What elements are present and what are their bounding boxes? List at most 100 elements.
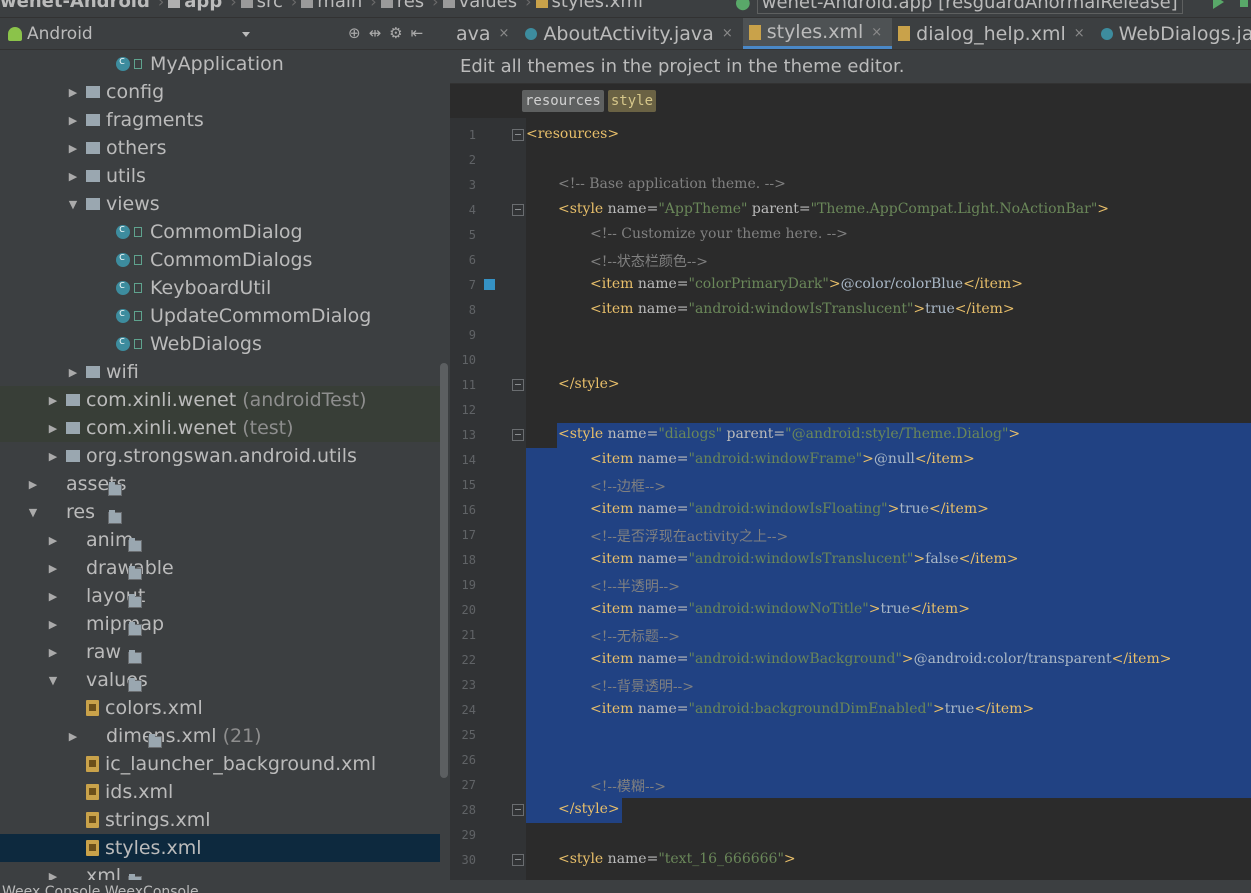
code-line[interactable]: 6 <!--状态栏颜色-->	[450, 248, 1251, 273]
tree-item[interactable]: MyApplication	[0, 50, 440, 78]
editor-tab[interactable]: dialog_help.xml ×	[892, 18, 1095, 49]
close-icon[interactable]: ×	[1074, 26, 1085, 41]
tree-item[interactable]: ▶dimens.xml(21)	[0, 722, 440, 750]
code-line[interactable]: 29	[450, 823, 1251, 848]
breadcrumb-src[interactable]: src	[240, 0, 283, 12]
chevron-right-icon[interactable]: ▶	[26, 478, 40, 491]
locate-icon[interactable]: ⊕	[348, 24, 361, 42]
breadcrumb-res[interactable]: res	[380, 0, 424, 12]
breadcrumb-module[interactable]: app	[168, 0, 222, 12]
tree-item[interactable]: WebDialogs	[0, 330, 440, 358]
chevron-right-icon[interactable]: ▶	[46, 618, 60, 631]
fold-icon[interactable]	[512, 804, 524, 816]
code-line[interactable]: 5 <!-- Customize your theme here. -->	[450, 223, 1251, 248]
tree-item[interactable]: ▼ views	[0, 190, 440, 218]
tree-item[interactable]: ▶ com.xinli.wenet (test)	[0, 414, 440, 442]
code-line[interactable]: 3 <!-- Base application theme. -->	[450, 173, 1251, 198]
code-line[interactable]: 9	[450, 323, 1251, 348]
tree-item[interactable]: ▶ org.strongswan.android.utils	[0, 442, 440, 470]
code-line[interactable]: 25	[450, 723, 1251, 748]
chevron-right-icon[interactable]: ▶	[66, 366, 80, 379]
tree-item[interactable]: ▶ config	[0, 78, 440, 106]
editor-tab[interactable]: styles.xml ×	[742, 18, 893, 49]
code-line[interactable]: 7 <item name="colorPrimaryDark">@color/co…	[450, 273, 1251, 298]
breadcrumb-file[interactable]: styles.xml	[535, 0, 643, 12]
chevron-right-icon[interactable]: ▶	[66, 730, 80, 743]
tree-item[interactable]: ▶ mipmap	[0, 610, 440, 638]
tree-item[interactable]: ▶drawable	[0, 554, 440, 582]
chevron-right-icon[interactable]: ▶	[46, 646, 60, 659]
chevron-right-icon[interactable]: ▶	[46, 534, 60, 547]
editor-tab[interactable]: AboutActivity.java ×	[519, 18, 742, 49]
code-line[interactable]: 27 <!--模糊-->	[450, 773, 1251, 798]
tree-item[interactable]: ▶ raw	[0, 638, 440, 666]
code-line[interactable]: 11 </style>	[450, 373, 1251, 398]
chevron-down-icon[interactable]: ▼	[46, 674, 60, 687]
hide-icon[interactable]: ⇤	[411, 24, 424, 42]
breadcrumb-project[interactable]: wenet-Android	[0, 0, 150, 12]
editor-tab[interactable]: WebDialogs.java×	[1095, 18, 1251, 49]
fold-icon[interactable]	[512, 129, 524, 141]
chevron-right-icon[interactable]: ▶	[46, 394, 60, 407]
close-icon[interactable]: ×	[871, 25, 882, 40]
code-line[interactable]: 10	[450, 348, 1251, 373]
tree-item[interactable]: ic_launcher_background.xml	[0, 750, 440, 778]
chevron-down-icon[interactable]: ▼	[66, 198, 80, 211]
tree-item[interactable]: ▶ anim	[0, 526, 440, 554]
xml-breadcrumb-resources[interactable]: resources	[522, 90, 604, 112]
tree-item[interactable]: CommomDialog	[0, 218, 440, 246]
code-line[interactable]: 24 <item name="android:backgroundDimEnabl…	[450, 698, 1251, 723]
tree-item[interactable]: CommomDialogs	[0, 246, 440, 274]
tree-item[interactable]: ▶ wifi	[0, 358, 440, 386]
close-icon[interactable]: ×	[499, 26, 510, 41]
code-line[interactable]: 8 <item name="android:windowIsTranslucent…	[450, 298, 1251, 323]
code-line[interactable]: 26	[450, 748, 1251, 773]
code-line[interactable]: 1 <resources>	[450, 123, 1251, 148]
tree-item[interactable]: ▶ assets	[0, 470, 440, 498]
code-line[interactable]: 18 <item name="android:windowIsTranslucen…	[450, 548, 1251, 573]
tree-item[interactable]: ▶ utils	[0, 162, 440, 190]
fold-icon[interactable]	[512, 854, 524, 866]
tree-item[interactable]: ▶ layout	[0, 582, 440, 610]
tree-item[interactable]: UpdateCommomDialog	[0, 302, 440, 330]
chevron-down-icon[interactable]: ▼	[26, 506, 40, 519]
theme-editor-banner[interactable]: Edit all themes in the project in the th…	[450, 50, 1251, 84]
fold-icon[interactable]	[512, 204, 524, 216]
debug-icon[interactable]	[1240, 0, 1248, 7]
tree-item[interactable]: ▶ fragments	[0, 106, 440, 134]
close-icon[interactable]: ×	[722, 26, 733, 41]
chevron-right-icon[interactable]: ▶	[66, 114, 80, 127]
code-line[interactable]: 20 <item name="android:windowNoTitle">tru…	[450, 598, 1251, 623]
gear-icon[interactable]: ⚙	[389, 24, 402, 42]
code-editor[interactable]: 1 <resources> 2 3 <!-- Base application them…	[450, 118, 1251, 893]
code-line[interactable]: 19 <!--半透明-->	[450, 573, 1251, 598]
code-line[interactable]: 2	[450, 148, 1251, 173]
tree-item[interactable]: colors.xml	[0, 694, 440, 722]
tree-item[interactable]: styles.xml	[0, 834, 440, 862]
chevron-down-icon[interactable]	[242, 32, 250, 37]
code-line[interactable]: 15 <!--边框-->	[450, 473, 1251, 498]
tree-item[interactable]: KeyboardUtil	[0, 274, 440, 302]
collapse-icon[interactable]: ⇹	[369, 24, 382, 42]
editor-tab[interactable]: ava ×	[450, 18, 519, 49]
color-swatch-icon[interactable]	[484, 279, 495, 290]
run-configuration-selector[interactable]: ● wenet-Android.app [resguardAnormalRele…	[735, 0, 1183, 14]
run-icon[interactable]	[1213, 0, 1224, 9]
chevron-right-icon[interactable]: ▶	[46, 562, 60, 575]
tree-item[interactable]: ids.xml	[0, 778, 440, 806]
code-line[interactable]: 17 <!--是否浮现在activity之上-->	[450, 523, 1251, 548]
code-line[interactable]: 21 <!--无标题-->	[450, 623, 1251, 648]
tree-item[interactable]: ▶ com.xinli.wenet (androidTest)	[0, 386, 440, 414]
chevron-right-icon[interactable]: ▶	[46, 422, 60, 435]
tree-item[interactable]: strings.xml	[0, 806, 440, 834]
chevron-right-icon[interactable]: ▶	[66, 170, 80, 183]
project-view-selector[interactable]: Android	[27, 24, 93, 44]
code-line[interactable]: 14 <item name="android:windowFrame">@null…	[450, 448, 1251, 473]
tree-item[interactable]: ▼ values	[0, 666, 440, 694]
tree-item[interactable]: ▶ others	[0, 134, 440, 162]
code-line[interactable]: 12	[450, 398, 1251, 423]
chevron-right-icon[interactable]: ▶	[46, 590, 60, 603]
code-line[interactable]: 23 <!--背景透明-->	[450, 673, 1251, 698]
fold-icon[interactable]	[512, 429, 524, 441]
xml-breadcrumb-style[interactable]: style	[607, 90, 657, 112]
